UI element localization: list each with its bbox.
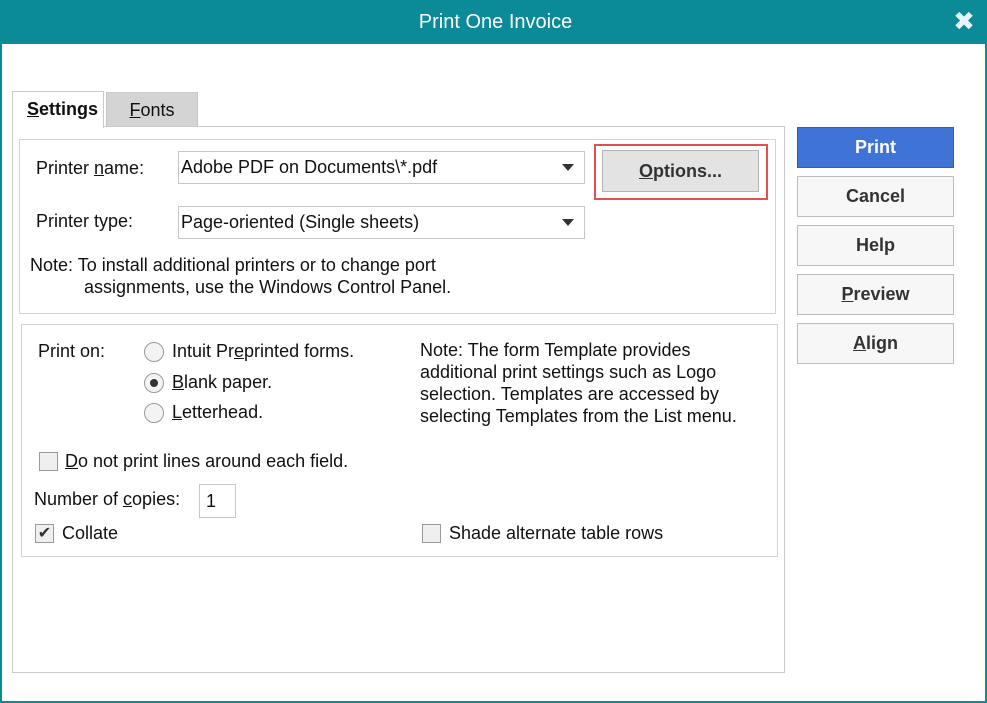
radio-letterhead-label[interactable]: Letterhead. [172, 402, 263, 423]
shade-rows-checkbox[interactable] [422, 524, 441, 543]
collate-checkbox[interactable]: ✔ [35, 524, 54, 543]
printer-name-value: Adobe PDF on Documents\*.pdf [181, 157, 438, 177]
radio-blank-label[interactable]: Blank paper. [172, 372, 272, 393]
tab-fonts[interactable]: Fonts [106, 92, 198, 128]
align-button[interactable]: Align [797, 323, 954, 364]
options-button[interactable]: Options... [602, 150, 759, 192]
help-button[interactable]: Help [797, 225, 954, 266]
title-bar: Print One Invoice ✖ [2, 0, 987, 44]
printer-name-label: Printer name: [36, 158, 145, 178]
radio-preprinted-label[interactable]: Intuit Preprinted forms. [172, 341, 354, 362]
tab-settings[interactable]: Settings [12, 91, 104, 128]
printer-note-line2: assignments, use the Windows Control Pan… [84, 277, 452, 297]
copies-label: Number of copies: [34, 489, 181, 509]
radio-blank-paper[interactable] [144, 373, 164, 393]
template-note-line2: additional print settings such as Logo [420, 362, 717, 382]
copies-input[interactable]: 1 [199, 484, 236, 518]
tab-settings-label: Settings [27, 99, 99, 119]
printer-name-select[interactable]: Adobe PDF on Documents\*.pdf [178, 151, 585, 184]
chevron-down-icon [562, 219, 574, 226]
cancel-button[interactable]: Cancel [797, 176, 954, 217]
template-note-line3: selection. Templates are accessed by [420, 384, 719, 404]
preview-button[interactable]: Preview [797, 274, 954, 315]
no-lines-label[interactable]: Do not print lines around each field. [65, 451, 348, 472]
shade-rows-label[interactable]: Shade alternate table rows [449, 523, 663, 544]
template-note-line1: Note: The form Template provides [420, 340, 691, 360]
radio-letterhead[interactable] [144, 403, 164, 423]
printer-type-value: Page-oriented (Single sheets) [181, 212, 420, 232]
printer-type-select[interactable]: Page-oriented (Single sheets) [178, 206, 585, 239]
close-icon[interactable]: ✖ [951, 8, 977, 34]
no-lines-checkbox[interactable] [39, 452, 58, 471]
checkmark-icon: ✔ [37, 525, 52, 542]
dialog-title: Print One Invoice [418, 11, 573, 33]
printer-note-line1: Note: To install additional printers or … [30, 255, 436, 275]
print-button[interactable]: Print [797, 127, 954, 168]
tab-fonts-label: Fonts [129, 100, 175, 120]
template-note-line4: selecting Templates from the List menu. [420, 406, 737, 426]
print-on-label: Print on: [38, 341, 106, 361]
chevron-down-icon [562, 164, 574, 171]
collate-label[interactable]: Collate [62, 523, 118, 544]
printer-type-label: Printer type: [36, 211, 134, 231]
radio-preprinted-forms[interactable] [144, 342, 164, 362]
